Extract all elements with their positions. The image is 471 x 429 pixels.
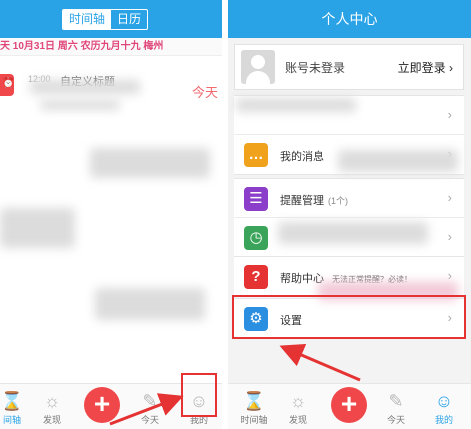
- tab-label: 我的: [434, 415, 453, 425]
- top-bar: 个人中心: [228, 0, 471, 38]
- menu-label: 提醒管理 (1个): [280, 192, 348, 208]
- mine-tab-highlight-box: [181, 373, 217, 417]
- account-row[interactable]: 账号未登录 立即登录 ›: [234, 44, 464, 90]
- today-icon: ✎: [388, 391, 404, 411]
- hourglass-icon: ⌛: [242, 391, 266, 411]
- timeline-screen: 时间轴 日历 天 10月31日 周六 农历九月十九 梅州 ⏰ 12:00 自定义…: [0, 0, 222, 429]
- add-button[interactable]: +: [84, 387, 120, 423]
- bulb-icon: ☼: [289, 391, 307, 411]
- tab-mine[interactable]: ☺ 我的: [422, 389, 466, 426]
- blurred-region: [0, 208, 75, 248]
- menu-count: (1个): [328, 196, 348, 206]
- hourglass-icon: ⌛: [0, 391, 24, 411]
- menu-group: ☰ 提醒管理 (1个) › ◷ ›: [234, 178, 464, 258]
- blurred-region: [40, 100, 120, 110]
- tab-discover[interactable]: ☼ 发现: [276, 389, 320, 426]
- blurred-region: [30, 80, 140, 94]
- bulb-icon: ☼: [43, 391, 61, 411]
- blurred-region: [278, 222, 428, 244]
- menu-label-text: 帮助中心: [280, 273, 324, 285]
- tab-label: 发现: [42, 415, 61, 425]
- tab-timeline[interactable]: ⌛ 时间轴: [232, 389, 276, 426]
- tab-timeline[interactable]: ⌛ 间轴: [0, 389, 34, 426]
- tab-timeline[interactable]: 时间轴: [63, 10, 112, 29]
- blurred-region: [95, 288, 205, 320]
- login-label: 立即登录: [397, 61, 446, 75]
- message-icon: …: [244, 143, 268, 167]
- tab-label: 今天: [386, 415, 405, 425]
- account-status: 账号未登录: [285, 61, 346, 75]
- avatar: [241, 50, 275, 84]
- page-title: 个人中心: [321, 11, 378, 27]
- view-toggle: 时间轴 日历: [62, 9, 149, 30]
- question-icon: ?: [244, 265, 268, 289]
- chevron-right-icon: ›: [447, 107, 452, 122]
- timeline-entry[interactable]: ⏰ 12:00 自定义标题 今天: [0, 66, 222, 126]
- today-icon: ✎: [142, 391, 158, 411]
- blurred-region: [338, 150, 458, 172]
- tab-discover[interactable]: ☼ 发现: [30, 389, 74, 426]
- date-bar: 天 10月31日 周六 农历九月十九 梅州: [0, 38, 222, 56]
- tab-today[interactable]: ✎ 今天: [374, 389, 418, 426]
- top-bar: 时间轴 日历: [0, 0, 222, 38]
- menu-label: 我的消息: [280, 151, 324, 163]
- user-icon: ☺: [434, 391, 454, 411]
- menu-label-text: 提醒管理: [280, 195, 324, 207]
- blurred-region: [90, 148, 210, 178]
- profile-screen: 个人中心 账号未登录 立即登录 › › … 我的消息 › ☰ 提醒管理 (1个) …: [228, 0, 471, 429]
- tab-label: 时间轴: [240, 415, 268, 425]
- bottom-tab-bar: ⌛ 时间轴 ☼ 发现 + ✎ 今天 ☺ 我的: [228, 383, 471, 429]
- chevron-right-icon: ›: [447, 268, 452, 283]
- login-button[interactable]: 立即登录 ›: [398, 59, 453, 76]
- tab-calendar[interactable]: 日历: [111, 10, 147, 29]
- settings-highlight-box: [232, 295, 466, 339]
- tab-label: 今天: [140, 415, 159, 425]
- tab-label: 发现: [288, 415, 307, 425]
- clock-icon: ◷: [244, 226, 268, 250]
- clipboard-icon: ☰: [244, 187, 268, 211]
- alarm-icon: ⏰: [0, 74, 14, 96]
- blurred-region: [236, 98, 356, 112]
- tab-label: 间轴: [2, 415, 21, 425]
- tab-today[interactable]: ✎ 今天: [128, 389, 172, 426]
- chevron-right-icon: ›: [447, 229, 452, 244]
- add-button[interactable]: +: [331, 387, 367, 423]
- chevron-right-icon: ›: [447, 190, 452, 205]
- entry-today-label: 今天: [191, 85, 218, 100]
- menu-row-reminders[interactable]: ☰ 提醒管理 (1个) ›: [234, 179, 464, 218]
